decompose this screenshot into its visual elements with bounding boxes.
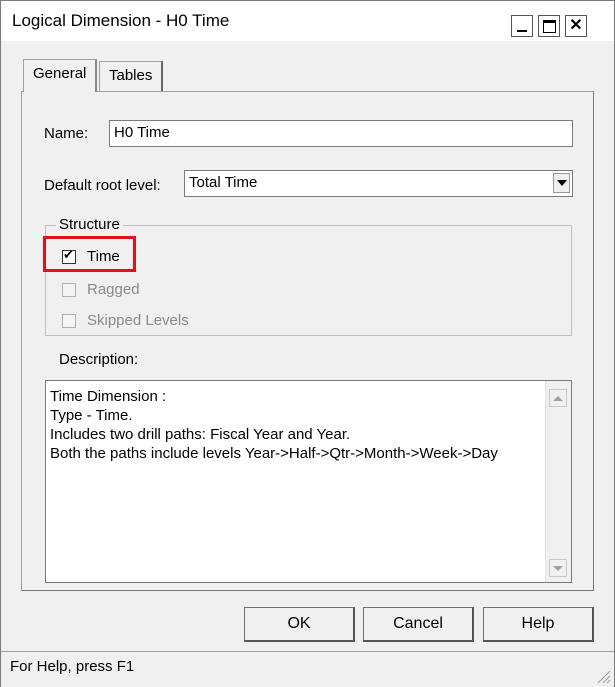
status-bar: For Help, press F1 (1, 651, 614, 687)
tab-tables[interactable]: Tables (99, 61, 164, 91)
structure-legend: Structure (56, 216, 123, 233)
name-label: Name: (44, 125, 89, 142)
close-icon: ✕ (569, 17, 583, 34)
maximize-icon (542, 19, 556, 33)
scroll-down-icon[interactable] (549, 559, 567, 577)
maximize-button[interactable] (538, 15, 560, 37)
status-text: For Help, press F1 (10, 658, 135, 675)
resize-grip-icon[interactable] (595, 668, 611, 684)
default-root-level-select[interactable]: Total Time (184, 170, 573, 197)
name-input[interactable]: H0 Time (109, 120, 573, 147)
ragged-checkbox-label[interactable]: Ragged (87, 281, 140, 298)
close-button[interactable]: ✕ (565, 15, 587, 37)
description-scrollbar[interactable] (545, 381, 571, 582)
description-label: Description: (59, 351, 139, 368)
scroll-up-icon[interactable] (549, 389, 567, 407)
title-bar[interactable]: Logical Dimension - H0 Time ✕ (1, 1, 614, 41)
ok-button[interactable]: OK (244, 607, 355, 642)
cancel-button[interactable]: Cancel (363, 607, 474, 642)
description-textarea[interactable]: Time Dimension : Type - Time. Includes t… (45, 380, 572, 583)
tab-general[interactable]: General (23, 59, 98, 92)
chevron-down-icon[interactable] (553, 173, 570, 193)
default-root-level-value: Total Time (189, 174, 258, 191)
default-root-level-label: Default root level: (44, 177, 161, 194)
skipped-levels-checkbox-label[interactable]: Skipped Levels (87, 312, 189, 329)
time-highlight-box (43, 236, 136, 272)
minimize-icon (517, 30, 527, 32)
description-text: Time Dimension : Type - Time. Includes t… (50, 388, 498, 462)
logical-dimension-dialog: Logical Dimension - H0 Time ✕ General Ta… (0, 0, 615, 687)
name-input-value: H0 Time (114, 124, 170, 141)
skipped-levels-checkbox[interactable] (62, 314, 76, 328)
ragged-checkbox[interactable] (62, 283, 76, 297)
help-button[interactable]: Help (483, 607, 594, 642)
window-title: Logical Dimension - H0 Time (12, 11, 230, 30)
minimize-button[interactable] (511, 15, 533, 37)
